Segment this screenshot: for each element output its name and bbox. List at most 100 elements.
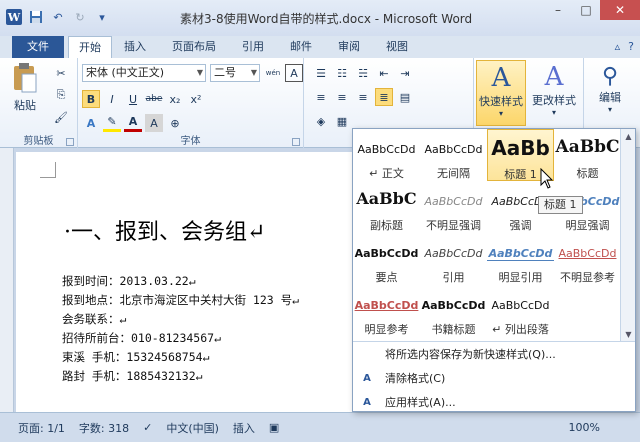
font-launcher-icon[interactable] [292, 138, 300, 146]
minimize-icon[interactable]: – [544, 0, 572, 20]
change-styles-button[interactable]: A 更改样式 ▾ [528, 60, 580, 126]
superscript-button[interactable]: x² [187, 90, 205, 108]
tab-view[interactable]: 视图 [378, 36, 416, 58]
character-shading-icon[interactable]: A [145, 114, 163, 132]
format-painter-icon[interactable]: 🖌 [52, 108, 70, 126]
ribbon-right-controls: ▵ ? [615, 40, 634, 53]
proofing-icon[interactable]: ✓ [143, 421, 152, 434]
font-name-combo[interactable]: 宋体 (中文正文) ▼ [82, 64, 206, 82]
macro-record-icon[interactable]: ▣ [269, 421, 279, 434]
style-subtitle[interactable]: AaBbC 副标题 [353, 181, 420, 233]
document-line[interactable]: 会务联系：↵ [62, 310, 299, 329]
tab-mailings[interactable]: 邮件 [282, 36, 320, 58]
decrease-indent-icon[interactable]: ⇤ [375, 64, 393, 82]
clear-formatting-item[interactable]: A 清除格式(C) [353, 366, 635, 390]
quick-access-toolbar: W ↶ ↻ ▾ [6, 9, 110, 25]
cut-icon[interactable]: ✂ [52, 64, 70, 82]
document-line[interactable]: 报到时间：2013.03.22↵ [62, 272, 299, 291]
tab-file[interactable]: 文件 [12, 36, 64, 58]
bullets-icon[interactable]: ☰ [312, 64, 330, 82]
clipboard-launcher-icon[interactable] [66, 138, 74, 146]
help-icon[interactable]: ? [628, 40, 634, 53]
save-as-quick-style-item[interactable]: 将所选内容保存为新快速样式(Q)... [353, 342, 635, 366]
word-logo-icon[interactable]: W [6, 9, 22, 25]
tab-review[interactable]: 审阅 [330, 36, 368, 58]
enclose-character-icon[interactable]: ⊕ [166, 114, 184, 132]
document-line[interactable]: 报到地点：北京市海淀区中关村大街 123 号↵ [62, 291, 299, 310]
style-no-spacing[interactable]: AaBbCcDd 无间隔 [420, 129, 487, 181]
style-sample: AaBbCcDd [424, 195, 483, 208]
page-count[interactable]: 页面: 1/1 [18, 420, 65, 436]
distributed-icon[interactable]: ▤ [396, 88, 414, 106]
style-title[interactable]: AaBbC 标题 [554, 129, 621, 181]
document-line[interactable]: 招待所前台：010-81234567↵ [62, 329, 299, 348]
highlight-icon[interactable]: ✎ [103, 114, 121, 132]
gallery-scrollbar[interactable]: ▲ ▼ [620, 129, 635, 341]
word-count[interactable]: 字数: 318 [79, 420, 129, 436]
scroll-up-icon[interactable]: ▲ [621, 129, 636, 143]
vertical-ruler[interactable] [0, 148, 14, 412]
customize-icon[interactable]: ▾ [94, 9, 110, 25]
document-line[interactable]: 束溪 手机：15324568754↵ [62, 348, 299, 367]
underline-button[interactable]: U [124, 90, 142, 108]
scroll-down-icon[interactable]: ▼ [621, 327, 636, 341]
style-name: 明显参考 [364, 323, 409, 336]
insert-mode[interactable]: 插入 [233, 420, 255, 436]
font-color-icon[interactable]: A [124, 114, 142, 132]
zoom-level[interactable]: 100% [569, 421, 600, 434]
document-heading[interactable]: ·一、报到、会务组↵ [64, 214, 265, 246]
text-effects-icon[interactable]: A [82, 114, 100, 132]
style-sample: AaBbCcDd [357, 143, 416, 156]
italic-button[interactable]: I [103, 90, 121, 108]
subscript-button[interactable]: x₂ [166, 90, 184, 108]
tab-page-layout[interactable]: 页面布局 [164, 36, 224, 58]
font-size-combo[interactable]: 二号 ▼ [210, 64, 260, 82]
style-intense-quote[interactable]: AaBbCcDd 明显引用 [487, 233, 554, 285]
strikethrough-button[interactable]: abe [145, 90, 163, 108]
font-group: 宋体 (中文正文) ▼ 二号 ▼ wén A B I U abe x₂ x² A ✎… [78, 58, 304, 148]
apply-styles-item[interactable]: A 应用样式(A)... [353, 390, 635, 414]
editing-button[interactable]: ⚲ 编辑 ▾ [588, 60, 632, 114]
style-quote[interactable]: AaBbCcDd 引用 [420, 233, 487, 285]
style-name: 不明显强调 [426, 219, 481, 232]
close-icon[interactable]: ✕ [600, 0, 640, 20]
style-subtle-reference[interactable]: AaBbCcDd 不明显参考 [554, 233, 621, 285]
tab-insert[interactable]: 插入 [116, 36, 154, 58]
style-book-title[interactable]: AaBbCcDd 书籍标题 [420, 285, 487, 337]
shading-icon[interactable]: ◈ [312, 112, 330, 130]
collapse-ribbon-icon[interactable]: ▵ [615, 40, 621, 53]
bold-button[interactable]: B [82, 90, 100, 108]
character-border-icon[interactable]: A [285, 64, 303, 82]
paste-button[interactable]: 粘贴 [8, 62, 42, 113]
increase-indent-icon[interactable]: ⇥ [396, 64, 414, 82]
document-line[interactable]: 路封 手机：1885432132↵ [62, 367, 299, 386]
multilevel-list-icon[interactable]: ☵ [354, 64, 372, 82]
language-indicator[interactable]: 中文(中国) [166, 420, 219, 436]
style-strong[interactable]: AaBbCcDd 要点 [353, 233, 420, 285]
style-normal[interactable]: AaBbCcDd ↵ 正文 [353, 129, 420, 181]
style-subtle-emphasis[interactable]: AaBbCcDd 不明显强调 [420, 181, 487, 233]
style-name: 不明显参考 [560, 271, 615, 284]
align-right-icon[interactable]: ≡ [354, 88, 372, 106]
numbering-icon[interactable]: ☷ [333, 64, 351, 82]
save-icon[interactable] [28, 9, 44, 25]
copy-icon[interactable]: ⎘ [52, 86, 70, 104]
style-sample: AaBbCcDd [424, 247, 483, 260]
style-name: 书籍标题 [431, 323, 476, 336]
quick-styles-button[interactable]: A 快速样式 ▾ [476, 60, 526, 126]
justify-icon[interactable]: ≣ [375, 88, 393, 106]
document-body[interactable]: 报到时间：2013.03.22↵ 报到地点：北京市海淀区中关村大街 123 号↵… [62, 272, 299, 386]
tab-references[interactable]: 引用 [234, 36, 272, 58]
align-center-icon[interactable]: ≡ [333, 88, 351, 106]
undo-icon[interactable]: ↶ [50, 9, 66, 25]
maximize-icon[interactable]: □ [572, 0, 600, 20]
style-name: 引用 [442, 271, 465, 284]
style-intense-reference[interactable]: AaBbCcDd 明显参考 [353, 285, 420, 337]
redo-icon[interactable]: ↻ [72, 9, 88, 25]
style-list-paragraph[interactable]: AaBbCcDd ↵ 列出段落 [487, 285, 554, 337]
tab-home[interactable]: 开始 [68, 36, 112, 58]
phonetic-guide-icon[interactable]: wén [264, 64, 282, 82]
align-left-icon[interactable]: ≡ [312, 88, 330, 106]
chevron-down-icon: ▾ [498, 109, 503, 118]
borders-icon[interactable]: ▦ [333, 112, 351, 130]
